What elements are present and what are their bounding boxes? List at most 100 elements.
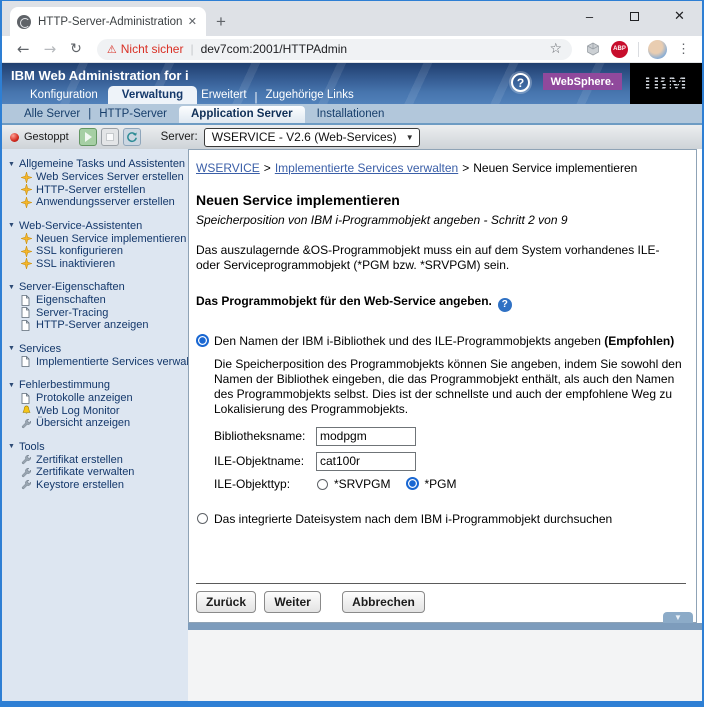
radio-srvpgm-circle[interactable] [317, 478, 328, 490]
page-icon [21, 294, 33, 306]
question-text: Das Programmobjekt für den Web-Service a… [196, 294, 686, 312]
maximize-button[interactable] [612, 1, 657, 31]
radio-srvpgm[interactable]: *SRVPGM [316, 477, 390, 491]
wizard-icon [21, 258, 33, 270]
radio-filesystem-option[interactable] [197, 512, 208, 524]
subtab-installationen[interactable]: Installationen [309, 106, 393, 123]
reload-icon[interactable]: ↻ [70, 42, 82, 56]
tab-pipe: | [254, 92, 258, 104]
sidebar-item-keystore-erstellen[interactable]: Keystore erstellen [8, 479, 188, 492]
sidebar-item-ssl-inaktivieren[interactable]: SSL inaktivieren [8, 258, 188, 271]
server-select-value: WSERVICE - V2.6 (Web-Services) [211, 129, 397, 144]
window-controls: – ✕ [567, 1, 702, 31]
back-button[interactable]: Zurück [196, 591, 257, 613]
sidebar-item-web-services-server-erstellen[interactable]: Web Services Server erstellen [8, 171, 188, 184]
tab-zugehoerige-links[interactable]: Zugehörige Links [262, 86, 358, 104]
subtab-http-server[interactable]: HTTP-Server [91, 106, 175, 123]
sidebar-section-header[interactable]: ▼ Allgemeine Tasks und Assistenten [8, 158, 188, 170]
triangle-down-icon: ▼ [8, 443, 15, 450]
sidebar-item-zertifikate-verwalten[interactable]: Zertifikate verwalten [8, 466, 188, 479]
subtab-bar: Alle Server | HTTP-Server Application Se… [2, 104, 702, 123]
next-button[interactable]: Weiter [264, 591, 321, 613]
sidebar-section-header[interactable]: ▼ Server-Eigenschaften [8, 281, 188, 293]
server-select[interactable]: WSERVICE - V2.6 (Web-Services) ▼ [203, 127, 420, 147]
wizard-icon [21, 233, 33, 245]
sidebar-item-web-log-monitor[interactable]: Web Log Monitor [8, 405, 188, 418]
triangle-down-icon: ▼ [8, 160, 15, 168]
url-field[interactable]: ⚠ Nicht sicher | dev7com:2001/HTTPAdmin … [96, 38, 572, 60]
sidebar-section-services: ▼ Services Implementierte Services verwa… [8, 343, 188, 369]
sidebar-item-anwendungsserver-erstellen[interactable]: Anwendungsserver erstellen [8, 196, 188, 209]
adblock-abp-icon[interactable]: ABP [611, 40, 628, 58]
tab-close-icon[interactable]: ✕ [186, 15, 199, 28]
extension-cube-icon[interactable] [586, 42, 600, 56]
help-icon[interactable]: ? [497, 297, 512, 312]
option-library-label: Den Namen der IBM i-Bibliothek und des I… [214, 333, 601, 348]
radio-pgm-circle[interactable] [406, 477, 420, 490]
radio-pgm[interactable]: *PGM [406, 477, 456, 491]
minimize-button[interactable]: – [567, 1, 612, 31]
back-icon[interactable]: ← [17, 41, 30, 57]
tab-erweitert[interactable]: Erweitert [197, 86, 250, 104]
main-area: ▼ Allgemeine Tasks und Assistenten Web S… [2, 149, 702, 701]
pane-splitter[interactable]: ▼ [188, 612, 702, 630]
stop-server-button[interactable] [100, 128, 119, 146]
ile-object-type-row: ILE-Objekttyp: *SRVPGM *PGM [214, 477, 686, 491]
tab-konfiguration[interactable]: Konfiguration [20, 86, 108, 104]
sidebar-section-header[interactable]: ▼ Web-Service-Assistenten [8, 220, 188, 232]
wrench-icon [21, 479, 33, 491]
sidebar-item-http-server-anzeigen[interactable]: HTTP-Server anzeigen [8, 319, 188, 332]
library-name-label: Bibliotheksname: [214, 429, 306, 443]
sidebar-section-server-eigenschaften: ▼ Server-Eigenschaften Eigenschaften Ser… [8, 281, 188, 332]
sidebar-item-protokolle-anzeigen[interactable]: Protokolle anzeigen [8, 392, 188, 405]
triangle-down-icon: ▼ [8, 222, 15, 229]
url-text[interactable]: dev7com:2001/HTTPAdmin [201, 42, 550, 56]
sidebar-item-ssl-konfigurieren[interactable]: SSL konfigurieren [8, 245, 188, 258]
page-icon [21, 319, 33, 331]
play-icon [85, 132, 93, 142]
library-name-row: Bibliotheksname: [214, 426, 686, 446]
content-panel: WSERVICE > Implementierte Services verwalt… [188, 149, 697, 623]
subtab-application-server[interactable]: Application Server [178, 106, 305, 123]
browser-menu-icon[interactable]: ⋮ [677, 41, 690, 57]
sidebar-item-uebersicht-anzeigen[interactable]: Übersicht anzeigen [8, 417, 188, 430]
sidebar-item-http-server-erstellen[interactable]: HTTP-Server erstellen [8, 184, 188, 197]
sidebar-section-header[interactable]: ▼ Fehlerbestimmung [8, 379, 188, 391]
new-tab-button[interactable]: + [216, 13, 226, 30]
tab-verwaltung[interactable]: Verwaltung [107, 86, 198, 104]
security-warning-label[interactable]: Nicht sicher [121, 42, 184, 56]
sidebar-item-server-tracing[interactable]: Server-Tracing [8, 307, 188, 320]
option-filesystem-row: Das integrierte Dateisystem nach dem IBM… [196, 512, 686, 526]
wizard-step-subtitle: Speicherposition von IBM i-Programmobjek… [196, 213, 568, 227]
page-icon [21, 307, 33, 319]
browser-tab[interactable]: HTTP-Server-Administration auf D ✕ [10, 7, 206, 36]
refresh-server-button[interactable] [122, 128, 141, 146]
help-icon[interactable]: ? [511, 73, 530, 92]
cancel-button[interactable]: Abbrechen [342, 591, 425, 613]
radio-library-option[interactable] [196, 333, 209, 347]
ibm-logo: IBM [643, 71, 689, 95]
ile-object-name-input[interactable] [316, 451, 416, 471]
profile-avatar[interactable] [648, 39, 667, 59]
sidebar-item-zertifikat-erstellen[interactable]: Zertifikat erstellen [8, 454, 188, 467]
sidebar-section-header[interactable]: ▼ Services [8, 343, 188, 355]
sidebar-section-fehlerbestimmung: ▼ Fehlerbestimmung Protokolle anzeigen W… [8, 379, 188, 430]
library-name-input[interactable] [316, 426, 416, 446]
sidebar-item-implementierte-services-verwalten[interactable]: Implementierte Services verwalten [8, 356, 188, 369]
triangle-down-icon: ▼ [8, 345, 15, 352]
sidebar-item-eigenschaften[interactable]: Eigenschaften [8, 294, 188, 307]
close-button[interactable]: ✕ [657, 1, 702, 31]
chevron-down-icon: ▼ [405, 132, 414, 142]
subtab-alle-server[interactable]: Alle Server [16, 106, 88, 123]
breadcrumb-separator: > [462, 161, 470, 175]
sidebar-item-neuen-service-implementieren[interactable]: Neuen Service implementieren [8, 233, 188, 246]
sidebar-section-header[interactable]: ▼ Tools [8, 441, 188, 453]
program-object-form: Bibliotheksname: ILE-Objektname: ILE-Obj… [214, 426, 686, 497]
websphere-badge: WebSphere. [542, 73, 622, 90]
breadcrumb-link-wservice[interactable]: WSERVICE [196, 161, 260, 175]
collapse-pane-handle[interactable]: ▼ [663, 612, 693, 623]
start-server-button[interactable] [78, 128, 97, 146]
breadcrumb-link-implementierte-services[interactable]: Implementierte Services verwalten [275, 161, 458, 175]
tab-title: HTTP-Server-Administration auf D [38, 15, 186, 28]
bookmark-star-icon[interactable]: ☆ [549, 41, 562, 57]
